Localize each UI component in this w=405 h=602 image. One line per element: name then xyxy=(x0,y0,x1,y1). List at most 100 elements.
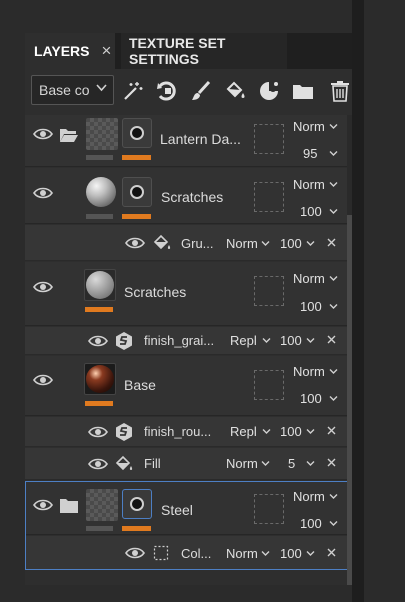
opacity-value[interactable]: 100 xyxy=(280,236,302,251)
empty-slot[interactable] xyxy=(254,182,284,212)
effect-row[interactable]: Fill Norm 5 xyxy=(25,448,347,480)
chevron-down-icon[interactable] xyxy=(262,337,271,344)
fill-bucket-icon xyxy=(153,234,171,250)
layer-name[interactable]: Scratches xyxy=(161,189,223,205)
blend-mode[interactable]: Norm xyxy=(293,177,325,192)
eye-icon[interactable] xyxy=(33,127,53,141)
tab-bar: LAYERS × TEXTURE SET SETTINGS xyxy=(25,33,352,69)
add-mask-icon[interactable] xyxy=(155,79,179,103)
effect-name[interactable]: finish_rou... xyxy=(144,424,211,439)
material-thumbnail[interactable] xyxy=(86,177,116,207)
opacity-value[interactable]: 100 xyxy=(280,424,302,439)
effect-name[interactable]: Gru... xyxy=(181,236,214,251)
mask-bar xyxy=(85,401,113,406)
chevron-down-icon[interactable] xyxy=(306,337,315,344)
tab-texture-set-settings-label: TEXTURE SET SETTINGS xyxy=(129,35,226,67)
right-panel-border xyxy=(352,0,364,602)
empty-slot[interactable] xyxy=(254,370,284,400)
close-icon[interactable] xyxy=(327,426,336,435)
layer-row[interactable]: Scratches Norm 100 xyxy=(25,168,347,224)
chevron-down-icon[interactable] xyxy=(329,303,338,310)
substance-icon xyxy=(116,332,132,350)
eye-icon[interactable] xyxy=(88,425,108,439)
opacity-value[interactable]: 95 xyxy=(303,146,317,161)
chevron-down-icon[interactable] xyxy=(262,428,271,435)
chevron-down-icon[interactable] xyxy=(306,428,315,435)
fill-bucket-icon xyxy=(115,455,133,471)
empty-slot[interactable] xyxy=(254,124,284,154)
fill-bucket-icon[interactable] xyxy=(223,79,247,103)
effect-name[interactable]: Fill xyxy=(144,456,161,471)
blend-mode[interactable]: Norm xyxy=(293,119,325,134)
opacity-value[interactable]: 5 xyxy=(288,456,295,471)
eye-icon[interactable] xyxy=(88,457,108,471)
chevron-down-icon[interactable] xyxy=(261,460,270,467)
chevron-down-icon[interactable] xyxy=(329,150,338,157)
material-thumbnail[interactable] xyxy=(84,363,116,395)
folder-icon[interactable] xyxy=(291,79,315,103)
mask-bar xyxy=(85,307,113,312)
chevron-down-icon xyxy=(96,82,107,96)
opacity-value[interactable]: 100 xyxy=(300,391,322,406)
layer-name[interactable]: Lantern Da... xyxy=(160,131,241,147)
chevron-down-icon[interactable] xyxy=(306,240,315,247)
eye-icon[interactable] xyxy=(88,334,108,348)
scrollbar-thumb[interactable] xyxy=(347,215,352,585)
effects-icon[interactable] xyxy=(257,79,281,103)
close-icon[interactable]: × xyxy=(102,41,112,61)
eye-icon[interactable] xyxy=(33,280,53,294)
chevron-down-icon[interactable] xyxy=(329,395,338,402)
chevron-down-icon[interactable] xyxy=(329,275,338,282)
opacity-value[interactable]: 100 xyxy=(280,333,302,348)
scrollbar[interactable] xyxy=(347,115,352,585)
chevron-down-icon[interactable] xyxy=(329,181,338,188)
tab-layers[interactable]: LAYERS × xyxy=(25,33,115,69)
mask-bar xyxy=(122,214,151,219)
channel-select[interactable]: Base co xyxy=(31,75,114,105)
layer-list: Lantern Da... Norm 95 Scratches Norm 100… xyxy=(25,115,352,585)
mask-thumbnail[interactable] xyxy=(122,177,152,207)
left-gap xyxy=(0,0,25,602)
blend-mode[interactable]: Norm xyxy=(293,364,325,379)
blend-mode[interactable]: Norm xyxy=(226,236,258,251)
effect-row[interactable]: finish_rou... Repl 100 xyxy=(25,417,347,447)
chevron-down-icon[interactable] xyxy=(329,208,338,215)
blend-mode[interactable]: Norm xyxy=(293,271,325,286)
layer-thumbnail[interactable] xyxy=(86,118,118,150)
paint-brush-icon[interactable] xyxy=(189,79,213,103)
close-icon[interactable] xyxy=(327,335,336,344)
layer-row[interactable]: Lantern Da... Norm 95 xyxy=(25,115,347,167)
open-folder-icon[interactable] xyxy=(59,127,79,143)
layer-row[interactable]: Scratches Norm 100 xyxy=(25,262,347,326)
tab-texture-set-settings[interactable]: TEXTURE SET SETTINGS xyxy=(121,33,287,69)
magic-wand-icon[interactable] xyxy=(121,79,145,103)
layer-name[interactable]: Base xyxy=(124,377,156,393)
bottom-strip xyxy=(25,585,352,602)
eye-icon[interactable] xyxy=(33,373,53,387)
effect-row[interactable]: finish_grai... Repl 100 xyxy=(25,327,347,355)
selection-outline xyxy=(25,481,349,570)
blend-mode[interactable]: Repl xyxy=(230,424,257,439)
eye-icon[interactable] xyxy=(125,236,145,250)
substance-icon xyxy=(116,423,132,441)
layer-name[interactable]: Scratches xyxy=(124,284,186,300)
chevron-down-icon[interactable] xyxy=(329,123,338,130)
opacity-value[interactable]: 100 xyxy=(300,204,322,219)
chevron-down-icon[interactable] xyxy=(329,368,338,375)
layer-row[interactable]: Base Norm 100 xyxy=(25,356,347,416)
eye-icon[interactable] xyxy=(33,186,53,200)
empty-slot[interactable] xyxy=(254,276,284,306)
blend-mode[interactable]: Repl xyxy=(230,333,257,348)
mask-thumbnail[interactable] xyxy=(122,118,152,148)
material-thumbnail[interactable] xyxy=(84,269,116,301)
chevron-down-icon[interactable] xyxy=(306,460,315,467)
effect-row[interactable]: Gru... Norm 100 xyxy=(25,225,347,261)
opacity-value[interactable]: 100 xyxy=(300,299,322,314)
mask-bar xyxy=(122,155,151,160)
chevron-down-icon[interactable] xyxy=(261,240,270,247)
trash-icon[interactable] xyxy=(328,79,352,103)
blend-mode[interactable]: Norm xyxy=(226,456,258,471)
effect-name[interactable]: finish_grai... xyxy=(144,333,214,348)
close-icon[interactable] xyxy=(327,238,336,247)
close-icon[interactable] xyxy=(327,458,336,467)
